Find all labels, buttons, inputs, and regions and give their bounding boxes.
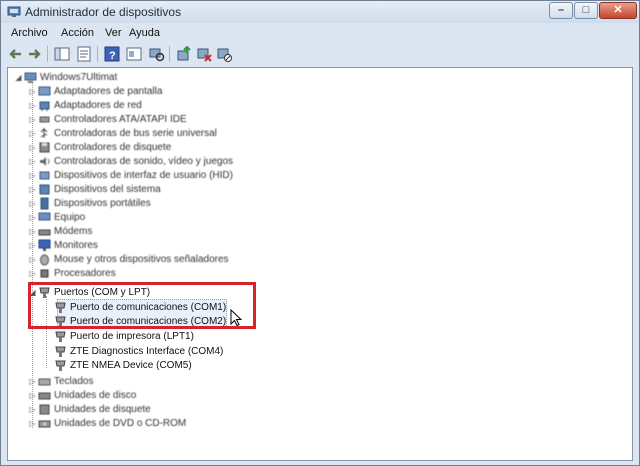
portable-devices-icon xyxy=(40,197,49,210)
back-icon[interactable] xyxy=(7,45,25,63)
display-adapter-icon xyxy=(38,86,51,96)
port-connector-icon xyxy=(55,331,66,342)
tree-category-label: Unidades de disquete xyxy=(54,404,151,415)
computer-icon xyxy=(24,72,37,83)
port-item-label: ZTE NMEA Device (COM5) xyxy=(70,360,192,371)
maximize-icon: □ xyxy=(582,4,590,16)
mouse-cursor-icon xyxy=(230,309,242,327)
expand-icon[interactable]: ▷ xyxy=(28,388,37,403)
window-title: Administrador de dispositivos xyxy=(25,5,182,19)
tree-category-label: Controladores de disquete xyxy=(54,142,172,153)
scan-hardware-icon[interactable] xyxy=(147,45,165,63)
usb-controller-icon xyxy=(40,128,48,138)
hid-icon xyxy=(39,171,50,180)
tree-category-label: Dispositivos de interfaz de usuario (HID… xyxy=(54,170,233,181)
tree-category-label: Monitores xyxy=(54,240,98,251)
processor-icon xyxy=(40,269,49,278)
tree-category-label: Controladoras de bus serie universal xyxy=(54,128,217,139)
menu-ver[interactable]: Ver xyxy=(105,27,122,39)
device-manager-app-icon xyxy=(7,6,21,17)
tree-root-label: Windows7Ultimat xyxy=(40,72,118,83)
keyboard-icon xyxy=(38,378,51,386)
toolbar-separator xyxy=(47,46,48,62)
close-icon: ✕ xyxy=(613,4,623,16)
modem-icon xyxy=(38,229,51,236)
expand-icon[interactable]: ▷ xyxy=(28,168,37,183)
tree-category-label: Adaptadores de red xyxy=(54,100,142,111)
expand-icon[interactable]: ▷ xyxy=(28,266,37,281)
expand-icon[interactable]: ▷ xyxy=(28,182,37,197)
tree-category-label: Módems xyxy=(54,226,93,237)
tree-category-label: Unidades de disco xyxy=(54,390,137,401)
tree-category-label: Unidades de DVD o CD-ROM xyxy=(54,418,187,429)
system-devices-icon xyxy=(39,184,50,195)
expand-icon[interactable]: ▷ xyxy=(28,140,37,155)
computer-icon xyxy=(38,212,51,221)
help-icon[interactable]: ? xyxy=(103,45,121,63)
port-connector-icon xyxy=(55,346,66,357)
floppy-controller-icon xyxy=(39,142,50,153)
port-item-label: ZTE Diagnostics Interface (COM4) xyxy=(70,346,224,357)
minimize-button[interactable]: – xyxy=(549,2,573,19)
expand-icon[interactable]: ▷ xyxy=(28,374,37,389)
expand-icon[interactable]: ▷ xyxy=(28,196,37,211)
monitor-icon xyxy=(38,239,51,251)
disable-icon[interactable] xyxy=(215,45,233,63)
collapse-icon[interactable]: ◢ xyxy=(14,70,23,85)
tree-category-label: Controladoras de sonido, vídeo y juegos xyxy=(54,156,234,167)
expand-icon[interactable]: ▷ xyxy=(28,238,37,253)
tree-category-label: Mouse y otros dispositivos señaladores xyxy=(54,254,229,265)
maximize-button[interactable]: □ xyxy=(574,2,598,19)
expand-icon[interactable]: ▷ xyxy=(28,84,37,99)
tree-category-label: Adaptadores de pantalla xyxy=(54,86,163,97)
expand-icon[interactable]: ▷ xyxy=(28,126,37,141)
menu-bar: Archivo Acción Ver Ayuda xyxy=(5,25,637,43)
expand-icon[interactable]: ▷ xyxy=(28,416,37,431)
tree-category-label: Dispositivos del sistema xyxy=(54,184,161,195)
device-manager-window: Administrador de dispositivos – □ ✕ Arch… xyxy=(0,0,640,466)
disk-drive-icon xyxy=(38,392,51,400)
tree-category-label: Teclados xyxy=(54,376,94,387)
tree-category-label: Controladores ATA/ATAPI IDE xyxy=(54,114,187,125)
expand-icon[interactable]: ▷ xyxy=(28,112,37,127)
close-button[interactable]: ✕ xyxy=(599,2,637,19)
toolbar-separator xyxy=(169,46,170,62)
floppy-drive-icon xyxy=(39,404,50,415)
show-hide-console-tree-icon[interactable] xyxy=(53,45,71,63)
expand-icon[interactable]: ▷ xyxy=(28,252,37,267)
svg-text:?: ? xyxy=(109,50,116,62)
update-driver-icon[interactable] xyxy=(175,45,193,63)
dvd-drive-icon xyxy=(38,420,51,428)
toolbar-separator xyxy=(97,46,98,62)
details-icon[interactable] xyxy=(125,45,143,63)
forward-icon[interactable] xyxy=(25,45,43,63)
ide-controller-icon xyxy=(39,116,50,123)
title-bar[interactable]: Administrador de dispositivos – □ ✕ xyxy=(1,1,639,23)
mouse-icon xyxy=(40,254,49,266)
menu-accion[interactable]: Acción xyxy=(61,27,94,39)
sound-controller-icon xyxy=(40,157,50,166)
port-item-label: Puerto de impresora (LPT1) xyxy=(70,331,194,342)
expand-icon[interactable]: ▷ xyxy=(28,154,37,169)
expand-icon[interactable]: ▷ xyxy=(28,98,37,113)
menu-ayuda[interactable]: Ayuda xyxy=(129,27,160,39)
tree-category-label: Dispositivos portátiles xyxy=(54,198,151,209)
expand-icon[interactable]: ▷ xyxy=(28,210,37,225)
uninstall-icon[interactable] xyxy=(195,45,213,63)
toolbar: ? xyxy=(5,43,637,65)
network-adapter-icon xyxy=(39,101,50,111)
properties-icon[interactable] xyxy=(75,45,93,63)
port-connector-icon xyxy=(55,360,66,371)
minimize-icon: – xyxy=(557,4,565,16)
device-tree-pane[interactable]: ◢ Windows7Ultimat ▷ Adaptadores de pantal… xyxy=(7,67,633,461)
expand-icon[interactable]: ▷ xyxy=(28,402,37,417)
tree-category-label: Equipo xyxy=(54,212,86,223)
tree-category-label: Procesadores xyxy=(54,268,116,279)
menu-archivo[interactable]: Archivo xyxy=(11,27,48,39)
red-highlight-annotation xyxy=(28,282,256,329)
expand-icon[interactable]: ▷ xyxy=(28,224,37,239)
